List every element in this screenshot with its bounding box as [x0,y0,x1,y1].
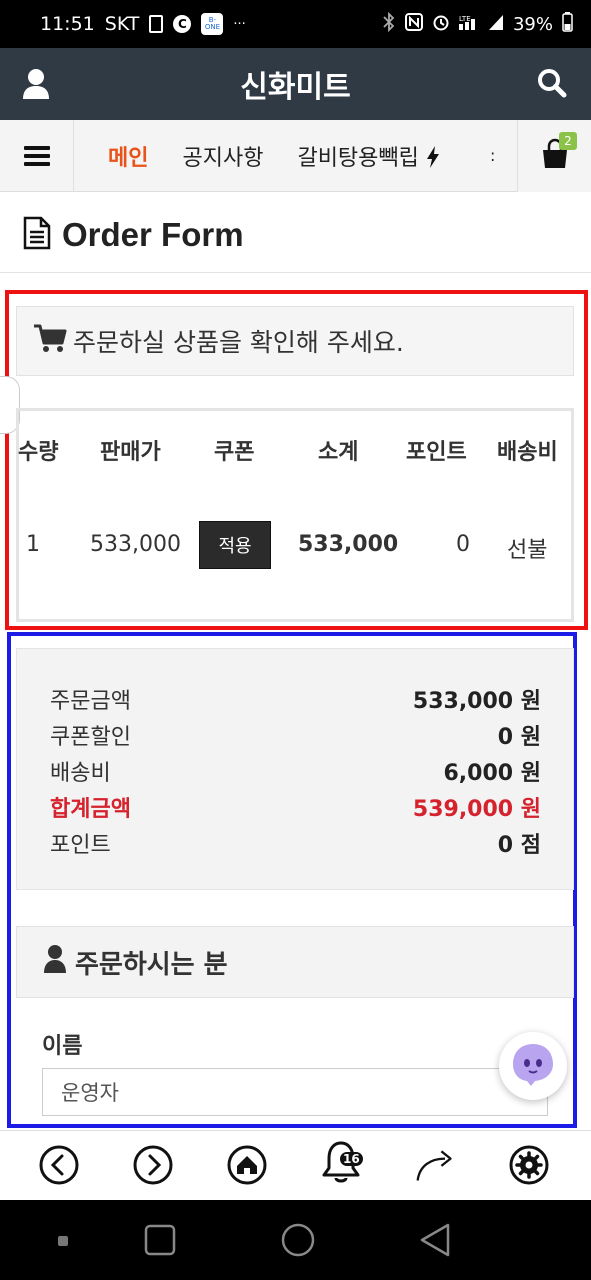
summary-label-shipping: 배송비 [50,761,111,786]
bottom-toolbar [0,1130,591,1200]
hamburger-icon [23,145,50,166]
search-icon[interactable] [537,68,569,100]
home-nav-icon[interactable] [280,1222,316,1262]
document-icon [22,216,52,254]
battery-icon [562,11,573,37]
svg-text:LTE: LTE [459,15,471,23]
order-items-heading-text: 주문하실 상품을 확인해 주세요. [73,328,404,357]
more-notifications: ··· [233,16,246,32]
bone-app-icon: B-ONE [201,13,224,35]
recents-icon[interactable] [144,1224,176,1260]
signal-icon [488,13,504,36]
col-header-shipping: 배송비 [497,440,558,465]
summary-value-coupon-discount: 0 원 [497,725,541,750]
nav-item-galbitang-label: 갈비탕용빽립 [297,145,419,171]
settings-gear-icon[interactable] [508,1144,550,1186]
summary-value-order-amount: 533,000 원 [412,689,541,714]
bluetooth-icon [382,11,396,37]
col-header-points: 포인트 [406,440,467,465]
cell-points: 0 [456,532,470,557]
col-header-price: 판매가 [100,440,161,465]
back-nav-icon[interactable] [418,1222,452,1262]
col-header-coupon: 쿠폰 [214,440,255,465]
nav-item-main[interactable]: 메인 [108,140,148,172]
battery-text: 39% [512,13,553,35]
app-header: 신화미트 [0,48,591,120]
site-title[interactable]: 신화미트 [240,62,350,106]
page-title-text: Order Form [62,216,244,253]
nfc-icon [404,12,423,36]
summary-value-points: 0 점 [497,833,541,858]
apply-coupon-button[interactable]: 적용 [199,521,271,569]
cart-icon [33,323,67,359]
home-icon[interactable] [226,1144,268,1186]
cell-subtotal: 533,000 [298,532,399,557]
orderer-heading: 주문하시는 분 [16,926,574,998]
chatbot-button[interactable] [499,1032,567,1100]
ghost-chat-icon [509,1040,557,1092]
lte-signal-icon: LTE [458,13,479,36]
keyboard-hint-icon [58,1236,68,1246]
order-items-heading: 주문하실 상품을 확인해 주세요. [16,306,574,376]
cell-qty: 1 [26,532,40,557]
nav-item-galbitang[interactable]: 갈비탕용빽립 [297,140,439,172]
col-header-qty: 수량 [18,440,59,465]
category-nav: 메인 공지사항 갈비탕용빽립 : 2 [0,119,591,192]
alarm-icon [432,13,450,36]
nav-item-notice[interactable]: 공지사항 [182,140,263,172]
share-icon[interactable] [414,1144,456,1186]
status-bar: 11:51 SKT C B-ONE ··· LTE 39% [0,0,591,48]
c-app-icon: C [173,15,192,33]
bolt-icon [426,145,440,171]
cell-shipping: 선불 [507,538,548,563]
name-input[interactable] [42,1068,548,1116]
col-header-subtotal: 소계 [318,440,359,465]
forward-icon[interactable] [132,1144,174,1186]
sim-icon [149,15,164,33]
status-carrier: SKT [104,13,140,35]
nav-items: 메인 공지사항 갈비탕용빽립 [74,120,591,191]
cart-count-badge: 2 [559,132,577,150]
android-nav-bar [0,1200,591,1280]
divider [0,272,591,273]
summary-label-coupon-discount: 쿠폰할인 [50,725,131,750]
menu-button[interactable] [0,119,74,192]
orderer-heading-text: 주문하시는 분 [75,949,228,980]
notification-count-badge: 16 [340,1152,363,1166]
status-time: 11:51 [40,13,95,35]
cart-button[interactable]: 2 [517,120,591,192]
back-icon[interactable] [38,1144,80,1186]
summary-value-total: 539,000 원 [412,797,541,822]
summary-label-points: 포인트 [50,833,111,858]
summary-value-shipping: 6,000 원 [443,761,542,786]
summary-label-total: 합계금액 [50,797,131,822]
nav-more[interactable]: : [490,146,495,165]
cell-price: 533,000 [90,532,181,557]
person-icon [43,944,67,981]
summary-label-order-amount: 주문금액 [50,689,131,714]
user-icon[interactable] [22,68,54,100]
page-title: Order Form [22,216,244,254]
name-label: 이름 [42,1034,83,1059]
